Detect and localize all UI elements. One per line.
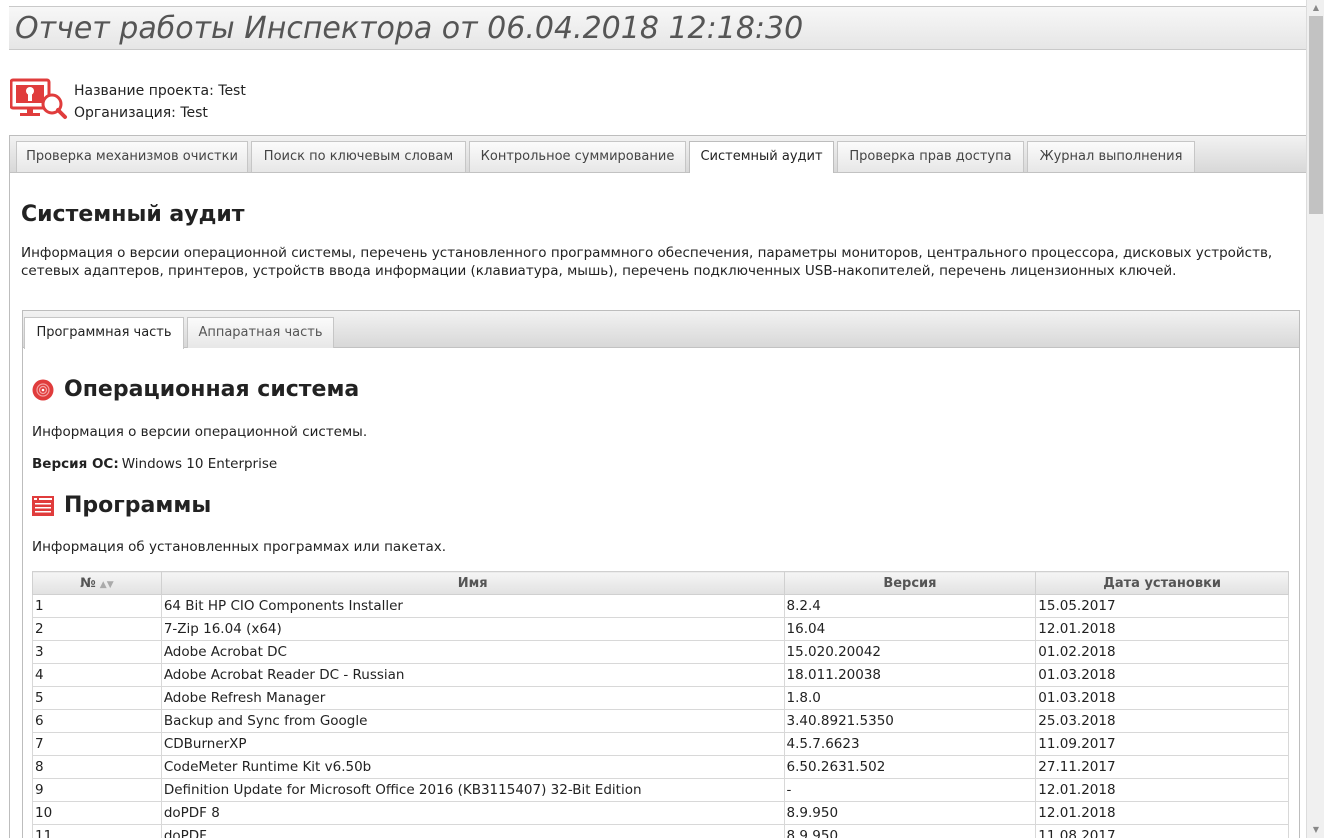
os-version-label: Версия ОС: — [32, 456, 119, 472]
cell-version: 8.2.4 — [783, 594, 1037, 618]
inner-tab-panel: Программная часть Аппаратная часть Опера… — [22, 310, 1300, 838]
cell-name: Adobe Acrobat Reader DC - Russian — [160, 663, 785, 687]
cell-number: 11 — [32, 824, 162, 838]
cell-install-date: 01.03.2018 — [1035, 663, 1289, 687]
table-row: 10 doPDF 8 8.9.950 12.01.2018 — [32, 801, 1289, 825]
cell-version: 15.020.20042 — [783, 640, 1037, 664]
cell-number: 5 — [32, 686, 162, 710]
tab-cleanup-check[interactable]: Проверка механизмов очистки — [16, 141, 248, 172]
cell-version: 4.5.7.6623 — [783, 732, 1037, 756]
cell-version: 3.40.8921.5350 — [783, 709, 1037, 733]
tab-execution-log[interactable]: Журнал выполнения — [1027, 141, 1195, 172]
cell-install-date: 27.11.2017 — [1035, 755, 1289, 779]
table-row: 11 doPDF 8.9.950 11.08.2017 — [32, 824, 1289, 838]
cell-number: 4 — [32, 663, 162, 687]
report-title-bar: Отчет работы Инспектора от 06.04.2018 12… — [9, 6, 1306, 50]
cell-install-date: 25.03.2018 — [1035, 709, 1289, 733]
cell-install-date: 12.01.2018 — [1035, 801, 1289, 825]
table-row: 3 Adobe Acrobat DC 15.020.20042 01.02.2018 — [32, 640, 1289, 664]
table-row: 5 Adobe Refresh Manager 1.8.0 01.03.2018 — [32, 686, 1289, 710]
cell-number: 6 — [32, 709, 162, 733]
main-tabs-bar: Проверка механизмов очистки Поиск по клю… — [10, 136, 1306, 173]
os-version-value: Windows 10 Enterprise — [121, 456, 278, 472]
table-header-row: № ▲▼ Имя Версия Дата установки — [32, 571, 1289, 595]
cell-number: 9 — [32, 778, 162, 802]
tab-keyword-search[interactable]: Поиск по ключевым словам — [251, 141, 466, 172]
cell-number: 1 — [32, 594, 162, 618]
tab-software[interactable]: Программная часть — [24, 317, 184, 349]
report-page: Отчет работы Инспектора от 06.04.2018 12… — [0, 0, 1306, 838]
cell-version: 16.04 — [783, 617, 1037, 641]
os-title: Операционная система — [64, 377, 360, 402]
cell-version: 8.9.950 — [783, 824, 1037, 838]
cell-install-date: 12.01.2018 — [1035, 617, 1289, 641]
cell-number: 2 — [32, 617, 162, 641]
scrollbar-thumb[interactable] — [1309, 16, 1323, 214]
list-window-icon — [32, 495, 54, 516]
project-info: Название проекта: Test Организация: Test — [74, 80, 246, 124]
table-row: 4 Adobe Acrobat Reader DC - Russian 18.011… — [32, 663, 1289, 687]
project-name: Название проекта: Test — [74, 83, 246, 99]
section-description: Информация о версии операционной системы… — [21, 245, 1273, 279]
inspector-logo-icon — [9, 78, 68, 122]
cell-name: 64 Bit HP CIO Components Installer — [160, 594, 785, 618]
tab-access-rights[interactable]: Проверка прав доступа — [837, 141, 1024, 172]
cell-name: CDBurnerXP — [160, 732, 785, 756]
cell-number: 10 — [32, 801, 162, 825]
cell-name: Backup and Sync from Google — [160, 709, 785, 733]
table-row: 1 64 Bit HP CIO Components Installer 8.2.4… — [32, 594, 1289, 618]
report-title: Отчет работы Инспектора от 06.04.2018 12… — [15, 11, 804, 46]
vertical-scrollbar[interactable]: ▲ ▼ — [1306, 0, 1324, 838]
tab-checksum[interactable]: Контрольное суммирование — [469, 141, 686, 172]
os-description: Информация о версии операционной системы… — [32, 424, 368, 440]
cell-name: Adobe Acrobat DC — [160, 640, 785, 664]
cell-install-date: 01.03.2018 — [1035, 686, 1289, 710]
cell-name: doPDF — [160, 824, 785, 838]
cell-install-date: 12.01.2018 — [1035, 778, 1289, 802]
cell-install-date: 15.05.2017 — [1035, 594, 1289, 618]
inner-tabs-bar: Программная часть Аппаратная часть — [23, 311, 1299, 349]
os-heading: Операционная система — [32, 377, 359, 402]
cell-number: 8 — [32, 755, 162, 779]
os-version-row: Версия ОС: Windows 10 Enterprise — [32, 456, 277, 472]
cell-name: Definition Update for Microsoft Office 2… — [160, 778, 785, 802]
cell-install-date: 11.08.2017 — [1035, 824, 1289, 838]
table-row: 7 CDBurnerXP 4.5.7.6623 11.09.2017 — [32, 732, 1289, 756]
table-row: 2 7-Zip 16.04 (x64) 16.04 12.01.2018 — [32, 617, 1289, 641]
organization-name: Организация: Test — [74, 105, 208, 121]
cell-name: 7-Zip 16.04 (x64) — [160, 617, 785, 641]
cell-version: 1.8.0 — [783, 686, 1037, 710]
programs-heading: Программы — [32, 493, 211, 518]
tab-hardware[interactable]: Аппаратная часть — [187, 317, 334, 348]
main-tab-panel: Проверка механизмов очистки Поиск по клю… — [9, 135, 1306, 838]
column-header-name[interactable]: Имя — [160, 571, 785, 595]
section-title: Системный аудит — [21, 202, 245, 227]
cell-name: CodeMeter Runtime Kit v6.50b — [160, 755, 785, 779]
cell-install-date: 11.09.2017 — [1035, 732, 1289, 756]
table-row: 8 CodeMeter Runtime Kit v6.50b 6.50.2631.5… — [32, 755, 1289, 779]
programs-title: Программы — [64, 493, 212, 518]
cell-number: 3 — [32, 640, 162, 664]
cell-version: 18.011.20038 — [783, 663, 1037, 687]
cell-version: - — [783, 778, 1037, 802]
programs-description: Информация об установленных программах и… — [32, 539, 447, 555]
cell-install-date: 01.02.2018 — [1035, 640, 1289, 664]
cell-name: doPDF 8 — [160, 801, 785, 825]
cell-number: 7 — [32, 732, 162, 756]
table-row: 6 Backup and Sync from Google 3.40.8921.53… — [32, 709, 1289, 733]
sort-icon: ▲▼ — [99, 579, 114, 590]
column-header-version[interactable]: Версия — [783, 571, 1037, 595]
disc-icon — [32, 379, 54, 400]
table-row: 9 Definition Update for Microsoft Office … — [32, 778, 1289, 802]
scroll-up-arrow-icon[interactable]: ▲ — [1307, 0, 1324, 16]
cell-version: 8.9.950 — [783, 801, 1037, 825]
scroll-down-arrow-icon[interactable]: ▼ — [1307, 822, 1324, 838]
tab-system-audit[interactable]: Системный аудит — [689, 141, 834, 173]
column-header-number[interactable]: № ▲▼ — [32, 571, 162, 595]
programs-table-body: 1 64 Bit HP CIO Components Installer 8.2.4… — [32, 594, 1289, 838]
cell-name: Adobe Refresh Manager — [160, 686, 785, 710]
programs-table: № ▲▼ Имя Версия Дата установки 1 64 Bit HP… — [32, 571, 1289, 838]
column-header-install-date[interactable]: Дата установки — [1035, 571, 1289, 595]
cell-version: 6.50.2631.502 — [783, 755, 1037, 779]
